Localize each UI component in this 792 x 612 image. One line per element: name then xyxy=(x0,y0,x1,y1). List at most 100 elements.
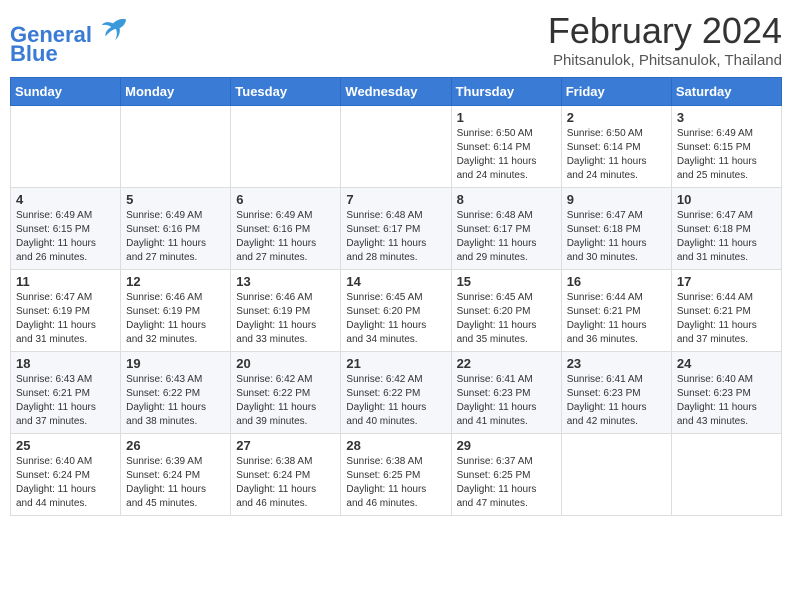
table-row: 9 Sunrise: 6:47 AM Sunset: 6:18 PM Daylig… xyxy=(561,188,671,270)
col-sunday: Sunday xyxy=(11,78,121,106)
col-saturday: Saturday xyxy=(671,78,781,106)
table-row: 29 Sunrise: 6:37 AM Sunset: 6:25 PM Dayli… xyxy=(451,434,561,516)
day-info: Sunrise: 6:47 AM Sunset: 6:18 PM Dayligh… xyxy=(567,209,666,265)
day-number: 20 xyxy=(236,356,335,371)
col-thursday: Thursday xyxy=(451,78,561,106)
day-info: Sunrise: 6:41 AM Sunset: 6:23 PM Dayligh… xyxy=(457,373,556,429)
table-row: 11 Sunrise: 6:47 AM Sunset: 6:19 PM Dayli… xyxy=(11,270,121,352)
calendar-week-row: 11 Sunrise: 6:47 AM Sunset: 6:19 PM Dayli… xyxy=(11,270,782,352)
day-info: Sunrise: 6:50 AM Sunset: 6:14 PM Dayligh… xyxy=(567,127,666,183)
day-number: 29 xyxy=(457,438,556,453)
day-info: Sunrise: 6:48 AM Sunset: 6:17 PM Dayligh… xyxy=(457,209,556,265)
table-row: 13Sunrise: 6:46 AM Sunset: 6:19 PM Dayli… xyxy=(231,270,341,352)
day-info: Sunrise: 6:46 AM Sunset: 6:19 PM Dayligh… xyxy=(126,291,225,347)
day-info: Sunrise: 6:38 AM Sunset: 6:24 PM Dayligh… xyxy=(236,455,335,511)
day-info: Sunrise: 6:44 AM Sunset: 6:21 PM Dayligh… xyxy=(567,291,666,347)
day-number: 23 xyxy=(567,356,666,371)
day-number: 15 xyxy=(457,274,556,289)
calendar-body: 1 Sunrise: 6:50 AM Sunset: 6:14 PM Daylig… xyxy=(11,106,782,516)
day-number: 22 xyxy=(457,356,556,371)
day-number: 16 xyxy=(567,274,666,289)
day-number: 26 xyxy=(126,438,225,453)
table-row xyxy=(341,106,451,188)
day-number: 9 xyxy=(567,192,666,207)
table-row: 16 Sunrise: 6:44 AM Sunset: 6:21 PM Dayli… xyxy=(561,270,671,352)
logo: General Blue xyxy=(10,14,128,67)
day-info: Sunrise: 6:41 AM Sunset: 6:23 PM Dayligh… xyxy=(567,373,666,429)
table-row: 15 Sunrise: 6:45 AM Sunset: 6:20 PM Dayli… xyxy=(451,270,561,352)
table-row: 5 Sunrise: 6:49 AM Sunset: 6:16 PM Daylig… xyxy=(121,188,231,270)
calendar-week-row: 1 Sunrise: 6:50 AM Sunset: 6:14 PM Daylig… xyxy=(11,106,782,188)
day-number: 8 xyxy=(457,192,556,207)
table-row: 28 Sunrise: 6:38 AM Sunset: 6:25 PM Dayli… xyxy=(341,434,451,516)
table-row: 19Sunrise: 6:43 AM Sunset: 6:22 PM Dayli… xyxy=(121,352,231,434)
day-number: 14 xyxy=(346,274,445,289)
day-number: 10 xyxy=(677,192,776,207)
calendar-week-row: 25 Sunrise: 6:40 AM Sunset: 6:24 PM Dayli… xyxy=(11,434,782,516)
col-monday: Monday xyxy=(121,78,231,106)
day-number: 21 xyxy=(346,356,445,371)
table-row xyxy=(561,434,671,516)
day-number: 1 xyxy=(457,110,556,125)
page-header: General Blue February 2024 Phitsanulok, … xyxy=(10,10,782,69)
day-info: Sunrise: 6:37 AM Sunset: 6:25 PM Dayligh… xyxy=(457,455,556,511)
table-row: 2 Sunrise: 6:50 AM Sunset: 6:14 PM Daylig… xyxy=(561,106,671,188)
day-info: Sunrise: 6:48 AM Sunset: 6:17 PM Dayligh… xyxy=(346,209,445,265)
day-number: 17 xyxy=(677,274,776,289)
col-tuesday: Tuesday xyxy=(231,78,341,106)
day-number: 24 xyxy=(677,356,776,371)
day-info: Sunrise: 6:47 AM Sunset: 6:18 PM Dayligh… xyxy=(677,209,776,265)
table-row xyxy=(121,106,231,188)
day-number: 25 xyxy=(16,438,115,453)
calendar-week-row: 4 Sunrise: 6:49 AM Sunset: 6:15 PM Daylig… xyxy=(11,188,782,270)
day-info: Sunrise: 6:45 AM Sunset: 6:20 PM Dayligh… xyxy=(346,291,445,347)
table-row: 18 Sunrise: 6:43 AM Sunset: 6:21 PM Dayli… xyxy=(11,352,121,434)
day-info: Sunrise: 6:45 AM Sunset: 6:20 PM Dayligh… xyxy=(457,291,556,347)
day-info: Sunrise: 6:39 AM Sunset: 6:24 PM Dayligh… xyxy=(126,455,225,511)
day-info: Sunrise: 6:50 AM Sunset: 6:14 PM Dayligh… xyxy=(457,127,556,183)
logo-bird-icon xyxy=(100,14,128,42)
table-row: 23 Sunrise: 6:41 AM Sunset: 6:23 PM Dayli… xyxy=(561,352,671,434)
day-info: Sunrise: 6:49 AM Sunset: 6:16 PM Dayligh… xyxy=(126,209,225,265)
table-row: 21 Sunrise: 6:42 AM Sunset: 6:22 PM Dayli… xyxy=(341,352,451,434)
day-info: Sunrise: 6:42 AM Sunset: 6:22 PM Dayligh… xyxy=(346,373,445,429)
table-row xyxy=(11,106,121,188)
day-number: 6 xyxy=(236,192,335,207)
col-friday: Friday xyxy=(561,78,671,106)
day-number: 5 xyxy=(126,192,225,207)
day-info: Sunrise: 6:49 AM Sunset: 6:15 PM Dayligh… xyxy=(677,127,776,183)
table-row: 4 Sunrise: 6:49 AM Sunset: 6:15 PM Daylig… xyxy=(11,188,121,270)
day-info: Sunrise: 6:44 AM Sunset: 6:21 PM Dayligh… xyxy=(677,291,776,347)
col-wednesday: Wednesday xyxy=(341,78,451,106)
table-row: 7 Sunrise: 6:48 AM Sunset: 6:17 PM Daylig… xyxy=(341,188,451,270)
day-number: 3 xyxy=(677,110,776,125)
calendar-week-row: 18 Sunrise: 6:43 AM Sunset: 6:21 PM Dayli… xyxy=(11,352,782,434)
table-row: 25 Sunrise: 6:40 AM Sunset: 6:24 PM Dayli… xyxy=(11,434,121,516)
calendar-subtitle: Phitsanulok, Phitsanulok, Thailand xyxy=(548,52,782,69)
calendar-header-row: Sunday Monday Tuesday Wednesday Thursday… xyxy=(11,78,782,106)
day-number: 11 xyxy=(16,274,115,289)
table-row: 24 Sunrise: 6:40 AM Sunset: 6:23 PM Dayli… xyxy=(671,352,781,434)
day-info: Sunrise: 6:40 AM Sunset: 6:23 PM Dayligh… xyxy=(677,373,776,429)
day-info: Sunrise: 6:43 AM Sunset: 6:21 PM Dayligh… xyxy=(16,373,115,429)
day-info: Sunrise: 6:40 AM Sunset: 6:24 PM Dayligh… xyxy=(16,455,115,511)
day-number: 2 xyxy=(567,110,666,125)
table-row: 10 Sunrise: 6:47 AM Sunset: 6:18 PM Dayli… xyxy=(671,188,781,270)
day-number: 13 xyxy=(236,274,335,289)
calendar-table: Sunday Monday Tuesday Wednesday Thursday… xyxy=(10,77,782,516)
table-row: 14 Sunrise: 6:45 AM Sunset: 6:20 PM Dayli… xyxy=(341,270,451,352)
table-row: 12Sunrise: 6:46 AM Sunset: 6:19 PM Dayli… xyxy=(121,270,231,352)
table-row: 8 Sunrise: 6:48 AM Sunset: 6:17 PM Daylig… xyxy=(451,188,561,270)
table-row: 17 Sunrise: 6:44 AM Sunset: 6:21 PM Dayli… xyxy=(671,270,781,352)
day-info: Sunrise: 6:38 AM Sunset: 6:25 PM Dayligh… xyxy=(346,455,445,511)
day-info: Sunrise: 6:47 AM Sunset: 6:19 PM Dayligh… xyxy=(16,291,115,347)
day-info: Sunrise: 6:43 AM Sunset: 6:22 PM Dayligh… xyxy=(126,373,225,429)
title-area: February 2024 Phitsanulok, Phitsanulok, … xyxy=(548,10,782,69)
day-number: 4 xyxy=(16,192,115,207)
day-number: 7 xyxy=(346,192,445,207)
table-row: 6Sunrise: 6:49 AM Sunset: 6:16 PM Daylig… xyxy=(231,188,341,270)
table-row: 22 Sunrise: 6:41 AM Sunset: 6:23 PM Dayli… xyxy=(451,352,561,434)
day-info: Sunrise: 6:49 AM Sunset: 6:15 PM Dayligh… xyxy=(16,209,115,265)
day-number: 28 xyxy=(346,438,445,453)
day-number: 18 xyxy=(16,356,115,371)
